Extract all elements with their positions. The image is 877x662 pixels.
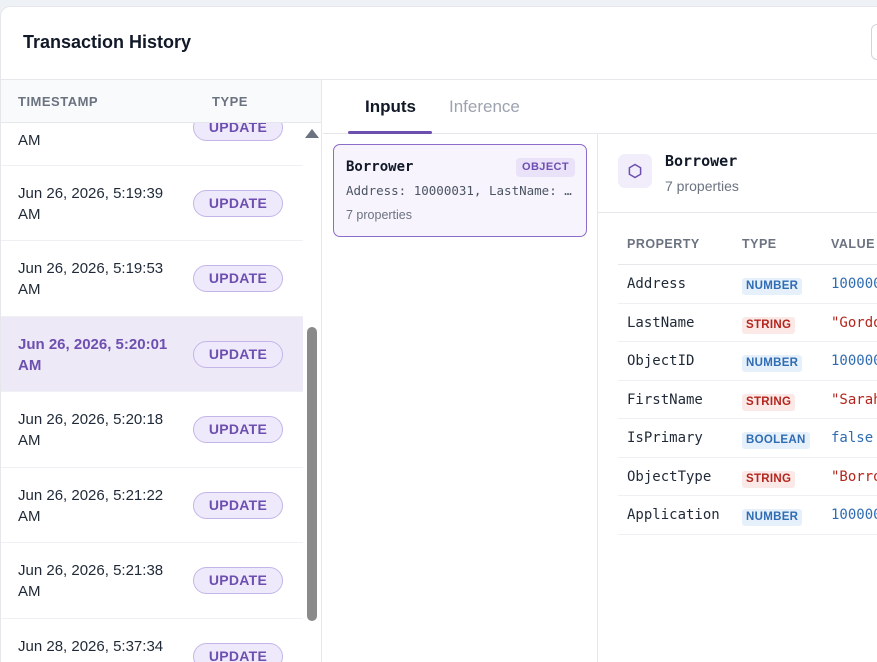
- property-type-badge: NUMBER: [742, 355, 803, 372]
- property-table-header: PROPERTY TYPE VALUE: [618, 229, 877, 265]
- scrollbar-thumb[interactable]: [307, 327, 317, 621]
- object-property-count: 7 properties: [346, 208, 413, 222]
- property-table: PROPERTY TYPE VALUE Address NUMBER 10000…: [618, 229, 877, 535]
- header-action-button[interactable]: [871, 24, 877, 60]
- scrollbar[interactable]: [305, 123, 319, 662]
- type-badge: UPDATE: [193, 123, 283, 141]
- object-name: Borrower: [346, 159, 414, 175]
- row-timestamp: Jun 26, 2026, 5:19:53 AM: [18, 260, 164, 298]
- row-timestamp: Jun 28, 2026, 5:37:34 AM: [18, 637, 164, 662]
- row-timestamp: Jun 26, 2026, 5:21:38 AM: [18, 562, 164, 600]
- column-header-timestamp[interactable]: TIMESTAMP: [18, 94, 98, 109]
- property-value: false: [831, 430, 874, 446]
- property-row[interactable]: IsPrimary BOOLEAN false: [618, 419, 877, 458]
- table-row[interactable]: Jun 26, 2026, 5:19:39 AM UPDATE: [1, 166, 303, 241]
- detail-object-name: Borrower: [665, 152, 738, 170]
- property-type-badge: NUMBER: [742, 509, 803, 526]
- cube-icon: [618, 154, 652, 188]
- object-type-badge: OBJECT: [516, 158, 576, 177]
- table-row[interactable]: Jun 28, 2026, 5:37:34 AM UPDATE: [1, 619, 303, 662]
- table-row[interactable]: Jun 26, 2026, 5:19:53 AM UPDATE: [1, 241, 303, 317]
- table-row[interactable]: Jun 26, 2026, 5:21:22 AM UPDATE: [1, 468, 303, 543]
- table-row[interactable]: AM UPDATE: [1, 123, 303, 166]
- property-name: IsPrimary: [627, 430, 703, 446]
- table-body: AM UPDATE Jun 26, 2026, 5:19:39 AM UPDAT…: [1, 123, 303, 662]
- type-badge: UPDATE: [193, 567, 283, 594]
- row-timestamp: AM: [18, 132, 41, 149]
- property-name: ObjectType: [627, 468, 712, 485]
- row-timestamp: Jun 26, 2026, 5:19:39 AM: [18, 184, 164, 223]
- property-value: "Sarah": [831, 391, 877, 408]
- table-row-selected[interactable]: Jun 26, 2026, 5:20:01 AM UPDATE: [1, 316, 303, 392]
- object-detail: Borrower 7 properties PROPERTY TYPE VALU…: [598, 134, 877, 662]
- detail-property-count: 7 properties: [665, 178, 739, 194]
- row-timestamp: Jun 26, 2026, 5:20:01 AM: [18, 335, 168, 374]
- object-summary: Address: 10000031, LastName: "Gordon": [346, 183, 578, 198]
- detail-header: Borrower 7 properties: [598, 134, 877, 213]
- property-row[interactable]: ObjectType STRING "Borrower": [618, 458, 877, 496]
- type-badge: UPDATE: [193, 416, 283, 443]
- property-name: FirstName: [627, 391, 703, 408]
- type-badge: UPDATE: [193, 642, 283, 662]
- property-row[interactable]: LastName STRING "Gordon": [618, 304, 877, 342]
- property-row[interactable]: ObjectID NUMBER 10000021: [618, 342, 877, 381]
- column-header-value: VALUE: [831, 237, 875, 251]
- row-timestamp: Jun 26, 2026, 5:20:18 AM: [18, 411, 164, 449]
- property-type-badge: STRING: [742, 316, 796, 334]
- property-row[interactable]: FirstName STRING "Sarah": [618, 381, 877, 419]
- column-header-type[interactable]: TYPE: [212, 94, 248, 109]
- panel-header: Transaction History: [1, 7, 877, 80]
- property-value: 10000031: [831, 276, 877, 292]
- table-row[interactable]: Jun 26, 2026, 5:21:38 AM UPDATE: [1, 543, 303, 619]
- property-type-badge: STRING: [742, 470, 796, 488]
- tab-inputs[interactable]: Inputs: [365, 97, 416, 117]
- detail-tabs: Inputs Inference: [323, 80, 877, 134]
- type-badge: UPDATE: [193, 189, 283, 217]
- transaction-list: TIMESTAMP TYPE AM UPDATE Jun 26, 2026, 5…: [1, 80, 322, 662]
- property-type-badge: BOOLEAN: [742, 432, 810, 449]
- page-title: Transaction History: [23, 32, 192, 52]
- property-name: Application: [627, 507, 720, 523]
- column-header-type: TYPE: [742, 237, 777, 251]
- property-value: "Gordon": [831, 314, 877, 331]
- scroll-up-arrow-icon[interactable]: [305, 129, 319, 138]
- property-name: LastName: [627, 314, 695, 331]
- property-type-badge: NUMBER: [742, 278, 803, 295]
- property-value: 10000011: [831, 507, 877, 523]
- property-name: Address: [627, 276, 687, 292]
- property-row[interactable]: Application NUMBER 10000011: [618, 496, 877, 535]
- type-badge: UPDATE: [193, 491, 283, 519]
- property-name: ObjectID: [627, 353, 695, 369]
- type-badge: UPDATE: [193, 265, 283, 292]
- tab-inference[interactable]: Inference: [449, 97, 520, 117]
- row-timestamp: Jun 26, 2026, 5:21:22 AM: [18, 486, 164, 525]
- object-card-borrower[interactable]: Borrower OBJECT Address: 10000031, LastN…: [333, 144, 587, 237]
- table-row[interactable]: Jun 26, 2026, 5:20:18 AM UPDATE: [1, 392, 303, 468]
- property-row[interactable]: Address NUMBER 10000031: [618, 265, 877, 304]
- transaction-history-panel: Transaction History TIMESTAMP TYPE AM UP…: [0, 6, 877, 662]
- property-value: 10000021: [831, 353, 877, 369]
- property-value: "Borrower": [831, 468, 877, 485]
- type-badge: UPDATE: [193, 340, 283, 368]
- object-list: Borrower OBJECT Address: 10000031, LastN…: [323, 134, 598, 662]
- column-header-property: PROPERTY: [627, 237, 700, 251]
- property-type-badge: STRING: [742, 393, 796, 411]
- table-header: TIMESTAMP TYPE: [1, 80, 321, 123]
